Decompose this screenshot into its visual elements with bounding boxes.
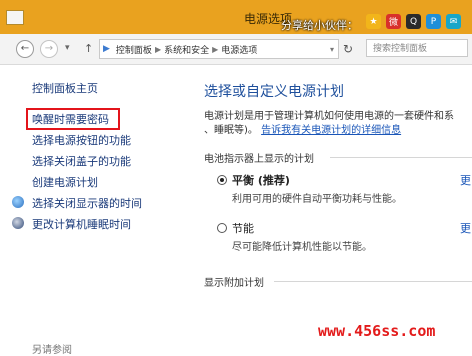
sidebar-link-create-plan[interactable]: 创建电源计划 (32, 174, 98, 190)
description-suffix: 、睡眠等)。 (204, 125, 258, 136)
sidebar-link-wake-password[interactable]: 唤醒时需要密码 (32, 111, 109, 127)
sidebar-link-close-lid[interactable]: 选择关闭盖子的功能 (32, 153, 131, 169)
page-title: 选择或自定义电源计划 (204, 84, 344, 100)
main-panel: 选择或自定义电源计划 电源计划是用于管理计算机如何使用电源的一套硬件和系 、睡眠… (190, 65, 472, 348)
share-label: 分享给小伙伴： (281, 19, 358, 32)
balanced-radio[interactable] (217, 175, 227, 185)
sidebar-link-display-off[interactable]: 选择关闭显示器的时间 (32, 195, 142, 211)
address-bar[interactable]: ▶ 控制面板 ▶ 系统和安全 ▶ 电源选项 ▾ (99, 39, 339, 59)
sidebar-link-sleep-time[interactable]: 更改计算机睡眠时间 (32, 216, 131, 232)
tencent-weibo-icon[interactable]: ✉ (446, 14, 461, 29)
recent-pages-button[interactable]: ▾ (65, 43, 70, 53)
sidebar: 控制面板主页 唤醒时需要密码 选择电源按钮的功能 选择关闭盖子的功能 创建电源计… (0, 65, 180, 356)
learn-more-link[interactable]: 告诉我有关电源计划的详细信息 (261, 125, 401, 136)
divider (330, 157, 472, 158)
share-icons: ★ 微 Q P ✉ (366, 14, 461, 29)
breadcrumb-control-panel[interactable]: 控制面板 (113, 43, 155, 56)
display-icon (12, 196, 24, 208)
sidebar-home-link[interactable]: 控制面板主页 (32, 80, 98, 96)
title-bar: 电源选项 分享给小伙伴： ★ 微 Q P ✉ (0, 0, 472, 34)
change-plan-settings-link[interactable]: 更 (460, 220, 471, 236)
plan-power-saver-desc: 尽可能降低计算机性能以节能。 (232, 242, 372, 253)
up-button[interactable]: ↑ (84, 42, 93, 55)
breadcrumb-system-security[interactable]: 系统和安全 (161, 43, 212, 56)
divider (274, 281, 472, 282)
sidebar-link-power-button[interactable]: 选择电源按钮的功能 (32, 132, 131, 148)
qq-icon[interactable]: Q (406, 14, 421, 29)
plan-balanced-name[interactable]: 平衡 (推荐) (232, 172, 290, 188)
description-line-1: 电源计划是用于管理计算机如何使用电源的一套硬件和系 (204, 111, 454, 122)
chevron-down-icon[interactable]: ▾ (330, 45, 338, 54)
plan-balanced-desc: 利用可用的硬件自动平衡功耗与性能。 (232, 194, 402, 205)
description-line-2: 、睡眠等)。 告诉我有关电源计划的详细信息 (204, 124, 454, 138)
qzone-star-icon[interactable]: ★ (366, 14, 381, 29)
group-heading: 电池指示器上显示的计划 (204, 154, 314, 165)
breadcrumb-power-options[interactable]: 电源选项 (218, 43, 260, 56)
control-panel-icon: ▶ (103, 44, 110, 54)
address-row: ← → ▾ ↑ ▶ 控制面板 ▶ 系统和安全 ▶ 电源选项 ▾ ↻ 搜索控制面板 (0, 34, 472, 65)
show-additional-plans[interactable]: 显示附加计划 (204, 274, 264, 289)
plan-power-saver-name[interactable]: 节能 (232, 220, 254, 236)
search-input[interactable]: 搜索控制面板 (366, 39, 468, 57)
back-button[interactable]: ← (16, 40, 34, 58)
change-plan-settings-link[interactable]: 更 (460, 172, 471, 188)
see-also-label: 另请参阅 (32, 345, 72, 356)
power-saver-radio[interactable] (217, 223, 227, 233)
window-icon (6, 10, 24, 25)
forward-button[interactable]: → (40, 40, 58, 58)
sleep-icon (12, 217, 24, 229)
paipai-icon[interactable]: P (426, 14, 441, 29)
description: 电源计划是用于管理计算机如何使用电源的一套硬件和系 、睡眠等)。 告诉我有关电源… (204, 110, 454, 138)
weibo-icon[interactable]: 微 (386, 14, 401, 29)
watermark: www.456ss.com (318, 322, 436, 340)
refresh-button[interactable]: ↻ (343, 42, 353, 56)
